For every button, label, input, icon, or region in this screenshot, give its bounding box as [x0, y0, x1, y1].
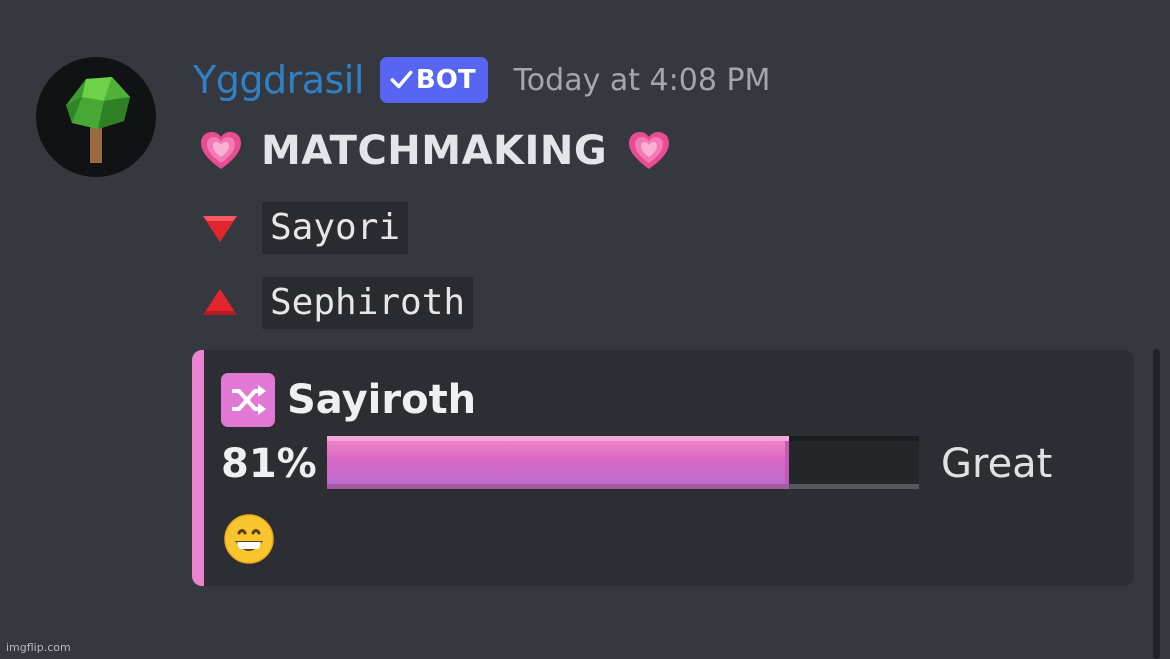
first-name: Sayori: [262, 202, 409, 254]
growing-heart-icon: [629, 132, 670, 169]
second-name: Sephiroth: [262, 277, 474, 329]
down-triangle-icon: [203, 216, 237, 242]
match-progress-bar: [327, 436, 919, 489]
up-triangle-icon: [203, 289, 237, 315]
scrollbar[interactable]: [1153, 349, 1160, 659]
match-line-first: Sayori: [200, 202, 409, 254]
embed-accent-bar: [192, 350, 204, 586]
match-progress-fill: [327, 436, 789, 489]
checkmark-icon: [390, 70, 413, 89]
growing-heart-icon: [201, 132, 241, 169]
grinning-face-icon: [224, 514, 274, 564]
avatar[interactable]: [36, 57, 156, 177]
timestamp[interactable]: Today at 4:08 PM: [514, 63, 771, 98]
tree-icon: [66, 77, 130, 163]
shuffle-icon: [221, 373, 275, 427]
bot-badge: BOT: [379, 57, 488, 103]
bot-badge-label: BOT: [415, 65, 476, 95]
match-embed: Sayiroth 81% Great: [192, 350, 1134, 586]
match-rating: Great: [941, 441, 1053, 487]
match-line-second: Sephiroth: [200, 277, 474, 329]
username[interactable]: Yggdrasil: [193, 58, 364, 102]
title-text: MATCHMAKING: [261, 128, 608, 174]
ship-name: Sayiroth: [287, 377, 477, 423]
watermark: imgflip.com: [6, 641, 71, 654]
embed-title: Sayiroth: [221, 372, 476, 428]
message-header: Yggdrasil BOT Today at 4:08 PM: [193, 52, 770, 108]
message-title: MATCHMAKING: [197, 122, 673, 180]
match-percent: 81%: [221, 441, 317, 487]
